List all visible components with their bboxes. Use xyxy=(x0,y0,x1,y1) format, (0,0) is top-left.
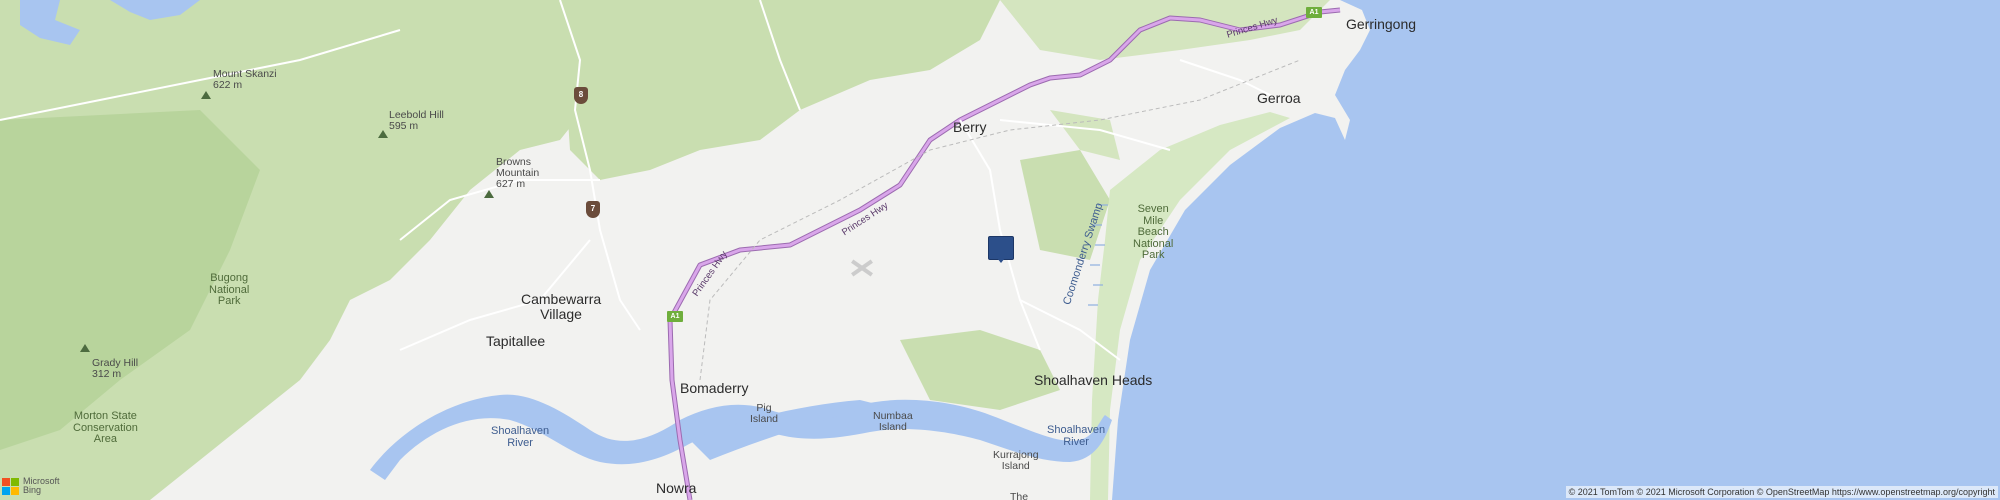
peak-elevation: 622 m xyxy=(213,79,243,92)
park-name: Morton State xyxy=(73,410,137,422)
water-label-shoalhaven-river-west: Shoalhaven River xyxy=(491,425,550,449)
peak-elevation: 627 m xyxy=(496,178,526,191)
bing-logo-line: Bing xyxy=(23,485,42,496)
island-name: Island xyxy=(1001,460,1030,473)
peak-label-browns-mountain: Browns Mountain 627 m xyxy=(496,156,539,191)
water-name: River xyxy=(1063,435,1089,448)
route-badge-7: 7 xyxy=(586,201,600,218)
water-name: Shoalhaven xyxy=(491,425,550,437)
park-name: Conservation xyxy=(73,421,138,434)
peak-icon xyxy=(378,130,388,138)
island-label-kurrajong: Kurrajong Island xyxy=(993,449,1039,473)
bing-logo[interactable]: Microsoft Bing xyxy=(2,476,60,496)
park-label-seven-mile-beach: Seven Mile Beach National Park xyxy=(1133,203,1174,262)
place-label-the: The xyxy=(1010,491,1029,500)
water-name: Shoalhaven xyxy=(1047,424,1106,436)
peak-icon xyxy=(80,344,90,352)
town-label-berry: Berry xyxy=(953,119,987,135)
location-pin[interactable] xyxy=(988,236,1014,263)
water-name: River xyxy=(507,436,533,449)
park-label-bugong: Bugong National Park xyxy=(209,272,250,308)
peak-icon xyxy=(484,190,494,198)
park-name: Park xyxy=(1141,249,1165,262)
island-name: Island xyxy=(878,421,907,434)
park-name: Area xyxy=(93,433,118,446)
park-name: Mile xyxy=(1143,214,1164,227)
town-label-line: Village xyxy=(540,305,582,322)
route-badge-8: 8 xyxy=(574,87,588,104)
island-name: Island xyxy=(750,413,779,426)
park-name: National xyxy=(209,283,250,296)
park-name: National xyxy=(1133,237,1174,250)
peak-icon xyxy=(201,91,211,99)
park-name: Park xyxy=(217,295,241,308)
highway-shield-a1: A1 xyxy=(667,311,683,322)
town-label-bomaderry: Bomaderry xyxy=(680,380,749,396)
town-label-line: Cambewarra xyxy=(521,291,602,307)
map-canvas[interactable]: Gerringong Gerroa Berry Cambewarra Villa… xyxy=(0,0,2000,500)
town-label-gerringong: Gerringong xyxy=(1346,16,1417,32)
island-label-numbaa: Numbaa Island xyxy=(873,410,913,434)
town-label-tapitallee: Tapitallee xyxy=(486,333,546,349)
peak-label-grady-hill: Grady Hill 312 m xyxy=(92,357,138,381)
peak-label-mount-skanzi: Mount Skanzi 622 m xyxy=(213,68,277,92)
microsoft-logo-icon xyxy=(2,477,19,495)
town-label-gerroa: Gerroa xyxy=(1257,90,1301,106)
peak-elevation: 312 m xyxy=(92,368,122,381)
town-label-nowra: Nowra xyxy=(656,480,697,496)
town-label-shoalhaven-heads: Shoalhaven Heads xyxy=(1034,372,1153,388)
bing-logo-text: Microsoft Bing xyxy=(23,476,60,496)
park-name: Bugong xyxy=(210,272,249,284)
park-name: Beach xyxy=(1137,226,1169,239)
map-copyright[interactable]: © 2021 TomTom © 2021 Microsoft Corporati… xyxy=(1565,486,1998,498)
peak-label-leebold-hill: Leebold Hill 595 m xyxy=(389,109,444,133)
park-label-morton: Morton State Conservation Area xyxy=(73,410,138,446)
highway-shield-a1: A1 xyxy=(1306,7,1322,18)
park-name: Seven xyxy=(1137,203,1169,215)
town-label-cambewarra-village: Cambewarra Village xyxy=(521,292,601,321)
peak-elevation: 595 m xyxy=(389,120,419,133)
water-label-shoalhaven-river-east: Shoalhaven River xyxy=(1047,424,1106,448)
island-label-pig: Pig Island xyxy=(750,402,779,426)
